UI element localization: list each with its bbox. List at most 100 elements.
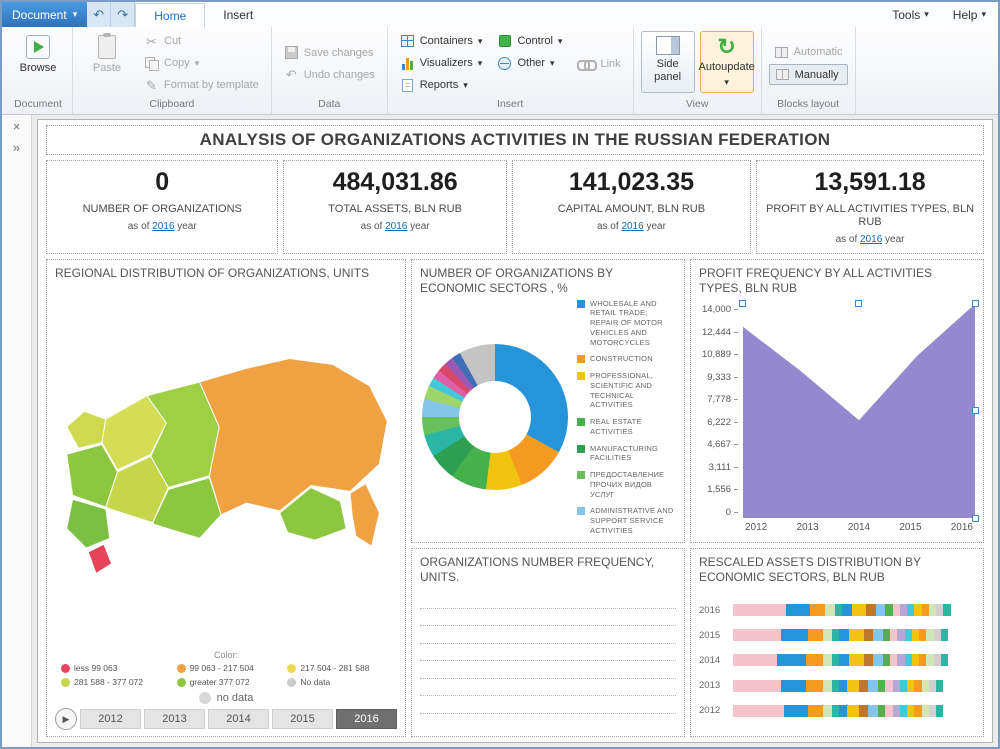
bar-segment[interactable] (929, 604, 936, 616)
bar-segment[interactable] (733, 654, 777, 666)
bar-segment[interactable] (864, 654, 874, 666)
bar-segment[interactable] (832, 680, 839, 692)
bar-segment[interactable] (849, 629, 864, 641)
bar-segment[interactable] (926, 629, 933, 641)
bar-segment[interactable] (900, 680, 907, 692)
donut-chart[interactable] (422, 344, 568, 490)
other-button[interactable]: Other ▾ (492, 53, 567, 73)
bar-segment[interactable] (890, 654, 897, 666)
bar-segment[interactable] (885, 604, 892, 616)
bar-segment[interactable] (825, 604, 835, 616)
tab-home[interactable]: Home (135, 3, 205, 27)
bar-segment[interactable] (832, 705, 839, 717)
bar-segment[interactable] (890, 629, 897, 641)
visualizers-button[interactable]: Visualizers ▾ (395, 53, 488, 73)
bar-segment[interactable] (914, 604, 921, 616)
bar-segment[interactable] (922, 680, 929, 692)
bar-segment[interactable] (839, 629, 849, 641)
containers-button[interactable]: Containers ▾ (395, 31, 488, 51)
bar-segment[interactable] (893, 705, 900, 717)
bar-segment[interactable] (806, 654, 823, 666)
side-panel-button[interactable]: Side panel (641, 31, 695, 93)
map-region[interactable] (88, 544, 111, 573)
bar-segment[interactable] (733, 705, 784, 717)
help-menu[interactable]: Help ▾ (941, 2, 998, 27)
bar-segment[interactable] (926, 654, 933, 666)
close-icon[interactable]: × (13, 120, 21, 133)
year-button[interactable]: 2013 (144, 709, 205, 729)
year-button[interactable]: 2012 (80, 709, 141, 729)
bar-segment[interactable] (842, 604, 852, 616)
selection-handle[interactable] (739, 300, 746, 307)
map-region[interactable] (67, 411, 106, 448)
bar-segment[interactable] (893, 680, 900, 692)
bar-segment[interactable] (936, 680, 943, 692)
bar-segment[interactable] (912, 629, 919, 641)
bar-segment[interactable] (912, 654, 919, 666)
bar-segment[interactable] (808, 629, 823, 641)
bar-segment[interactable] (823, 680, 833, 692)
bar-segment[interactable] (919, 629, 926, 641)
area-plot[interactable] (743, 304, 975, 518)
bar-segment[interactable] (839, 705, 846, 717)
bar-segment[interactable] (900, 604, 907, 616)
bar-segment[interactable] (847, 705, 859, 717)
bar-segment[interactable] (835, 604, 842, 616)
bar-segment[interactable] (806, 680, 823, 692)
expand-panel-icon[interactable]: » (13, 141, 20, 154)
bar-segment[interactable] (832, 654, 839, 666)
year-link[interactable]: 2016 (860, 234, 882, 245)
bar-segment[interactable] (883, 654, 890, 666)
bar-segment[interactable] (733, 680, 781, 692)
bar-segment[interactable] (859, 680, 869, 692)
bar-segment[interactable] (878, 705, 885, 717)
bar-segment[interactable] (885, 705, 892, 717)
control-button[interactable]: Control ▾ (492, 31, 567, 51)
bar-segment[interactable] (868, 680, 878, 692)
bar-segment[interactable] (868, 705, 878, 717)
copy-button[interactable]: Copy ▾ (139, 53, 264, 73)
bar-segment[interactable] (936, 705, 943, 717)
play-button[interactable]: ▶ (55, 708, 77, 730)
year-button[interactable]: 2016 (336, 709, 397, 729)
year-link[interactable]: 2016 (385, 221, 407, 232)
undo-changes-button[interactable]: ↶ Undo changes (279, 65, 380, 85)
bar-segment[interactable] (948, 654, 975, 666)
link-button[interactable]: Link (572, 54, 625, 74)
bar-segment[interactable] (905, 654, 912, 666)
bar-segment[interactable] (777, 654, 806, 666)
reports-button[interactable]: Reports ▾ (395, 75, 488, 95)
bar-segment[interactable] (876, 604, 886, 616)
bar-segment[interactable] (839, 680, 846, 692)
bar-segment[interactable] (900, 705, 907, 717)
bar-segment[interactable] (733, 629, 781, 641)
bar-segment[interactable] (781, 680, 805, 692)
bar-segment[interactable] (922, 705, 929, 717)
bar-segment[interactable] (823, 629, 833, 641)
bar-segment[interactable] (907, 705, 914, 717)
bar-segment[interactable] (919, 654, 926, 666)
bar-segment[interactable] (784, 705, 808, 717)
automatic-button[interactable]: Automatic (769, 42, 848, 62)
undo-button[interactable]: ↶ (87, 2, 111, 27)
bar-segment[interactable] (934, 654, 941, 666)
bar-segment[interactable] (941, 654, 948, 666)
bar-segment[interactable] (786, 604, 810, 616)
bar-segment[interactable] (781, 629, 808, 641)
bar-segment[interactable] (810, 604, 825, 616)
tools-menu[interactable]: Tools ▾ (880, 2, 941, 27)
browse-button[interactable]: Browse (11, 31, 65, 93)
bar-segment[interactable] (929, 680, 936, 692)
bar-segment[interactable] (936, 604, 943, 616)
bar-segment[interactable] (873, 654, 883, 666)
bar-segment[interactable] (914, 680, 921, 692)
bar-segment[interactable] (929, 705, 936, 717)
bar-segment[interactable] (905, 629, 912, 641)
bar-segment[interactable] (893, 604, 900, 616)
bar-segment[interactable] (823, 654, 833, 666)
bar-segment[interactable] (849, 654, 864, 666)
bar-segment[interactable] (943, 604, 950, 616)
bar-segment[interactable] (866, 604, 876, 616)
bar-segment[interactable] (878, 680, 885, 692)
year-link[interactable]: 2016 (621, 221, 643, 232)
